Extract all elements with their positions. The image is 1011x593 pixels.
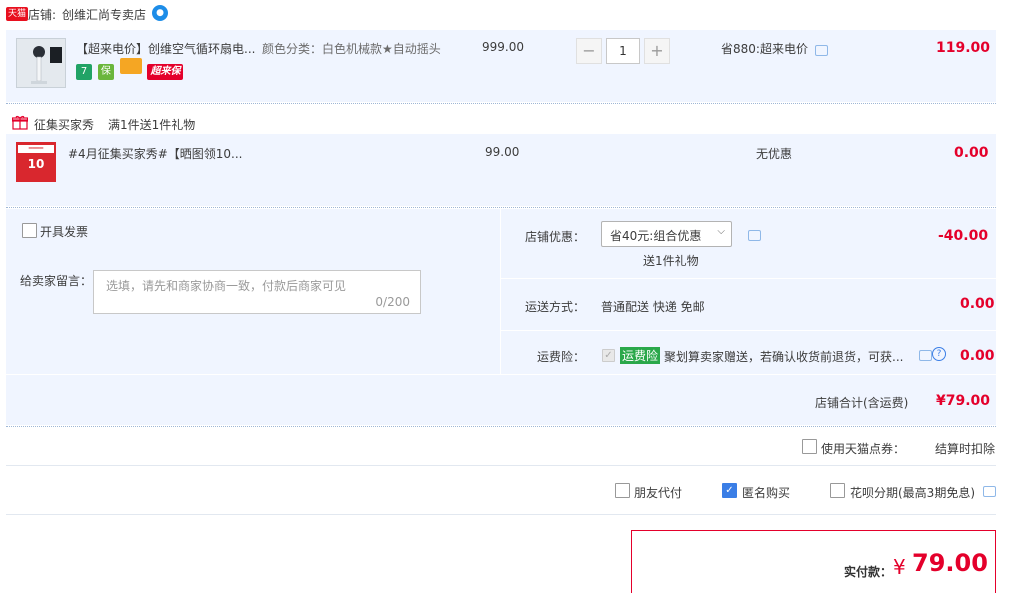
insurance-label: 运费险：: [537, 350, 586, 364]
product-thumbnail[interactable]: [16, 38, 66, 88]
gift-item-unit-price: 99.00: [485, 145, 520, 159]
order-options-block: [6, 209, 996, 425]
message-char-count: 0/200: [375, 295, 410, 309]
seven-day-return-badge[interactable]: 7: [76, 64, 92, 80]
help-icon[interactable]: ?: [932, 347, 946, 361]
payment-amount: 79.00: [912, 549, 988, 577]
divider: [6, 465, 996, 466]
gift-icon: [11, 115, 29, 133]
divider: [6, 514, 996, 515]
credit-card-icon[interactable]: [119, 58, 142, 74]
shop-label: 店铺:: [28, 8, 57, 22]
item-sku: 颜色分类：白色机械款★自动摇头: [262, 42, 441, 56]
shop-total-label: 店铺合计(含运费): [815, 396, 909, 410]
invoice-checkbox[interactable]: [22, 223, 37, 238]
discount-info-icon[interactable]: [748, 230, 761, 241]
insurance-amount: 0.00: [960, 348, 995, 364]
points-checkbox[interactable]: [802, 439, 817, 454]
chevron-down-icon: ⌵: [717, 226, 725, 237]
huabei-checkbox[interactable]: [830, 483, 845, 498]
promo-info-icon[interactable]: [815, 45, 828, 56]
message-textarea[interactable]: 选填，请先和商家协商一致，付款后商家可见 0/200: [93, 270, 421, 314]
quantity-input[interactable]: 1: [606, 38, 640, 64]
gift-thumbnail[interactable]: ━━━━ 10: [16, 142, 56, 182]
tmall-tag: 天猫: [6, 7, 29, 21]
item-title-link[interactable]: 【超来电价】创维空气循环扇电...: [76, 40, 255, 57]
divider: [6, 426, 996, 427]
huabei-info-icon[interactable]: [983, 486, 996, 497]
payment-summary-box: 实付款： ¥ 79.00: [631, 530, 996, 593]
fan-product-image: [17, 39, 65, 87]
message-label: 给卖家留言：: [20, 274, 93, 288]
insurance-chat-icon[interactable]: [919, 350, 932, 361]
item-promo: 省880:超来电价: [721, 42, 808, 56]
shop-discount-amount: -40.00: [938, 228, 989, 244]
gift-section-title: 征集买家秀: [34, 118, 95, 132]
gift-item-subtotal: 0.00: [954, 145, 989, 161]
points-value: 结算时扣除: [935, 442, 996, 456]
divider: [6, 207, 996, 208]
payment-currency: ¥: [893, 555, 906, 579]
shop-discount-sub: 送1件礼物: [643, 254, 699, 268]
chat-bubble-icon[interactable]: ●: [152, 5, 168, 21]
huabei-label: 花呗分期(最高3期免息): [850, 486, 975, 500]
quantity-decrease-button[interactable]: −: [576, 38, 602, 64]
delivery-value: 普通配送 快递 免邮: [601, 300, 705, 314]
anonymous-checkbox[interactable]: ✓: [722, 483, 737, 498]
friend-pay-checkbox[interactable]: [615, 483, 630, 498]
shop-total-value: ¥79.00: [936, 393, 991, 409]
anonymous-label: 匿名购买: [742, 486, 791, 500]
delivery-label: 运送方式：: [525, 300, 586, 314]
chaolaibao-badge[interactable]: 超来保: [147, 64, 184, 80]
delivery-amount: 0.00: [960, 296, 995, 312]
shop-discount-selected: 省40元:组合优惠: [610, 229, 702, 243]
points-label: 使用天猫点券：: [821, 442, 906, 456]
guarantee-badge[interactable]: 保: [97, 64, 114, 80]
gift-section-rule: 满1件送1件礼物: [108, 118, 196, 132]
item-badges: 7 保 超来保: [76, 58, 184, 80]
divider: [500, 209, 501, 374]
item-subtotal: 119.00: [936, 40, 991, 56]
divider: [500, 278, 996, 279]
friend-pay-label: 朋友代付: [634, 486, 683, 500]
quantity-increase-button[interactable]: +: [644, 38, 670, 64]
divider: [6, 374, 996, 375]
gift-item-promo: 无优惠: [756, 147, 793, 161]
insurance-tag: 运费险: [620, 347, 661, 364]
invoice-label: 开具发票: [40, 225, 89, 239]
divider: [6, 103, 996, 104]
gift-item-title-link[interactable]: #4月征集买家秀#【晒图领10...: [68, 145, 242, 162]
shop-discount-select[interactable]: 省40元:组合优惠 ⌵: [601, 221, 732, 247]
shop-discount-label: 店铺优惠：: [525, 230, 586, 244]
shop-name-link[interactable]: 创维汇尚专卖店: [62, 6, 146, 23]
payment-label: 实付款：: [844, 565, 893, 579]
item-unit-price: 999.00: [482, 40, 524, 54]
message-placeholder: 选填，请先和商家协商一致，付款后商家可见: [106, 279, 347, 293]
insurance-text: 聚划算卖家赠送，若确认收货前退货，可获...: [664, 350, 904, 364]
insurance-checkbox[interactable]: ✓: [602, 349, 615, 362]
divider: [500, 330, 996, 331]
